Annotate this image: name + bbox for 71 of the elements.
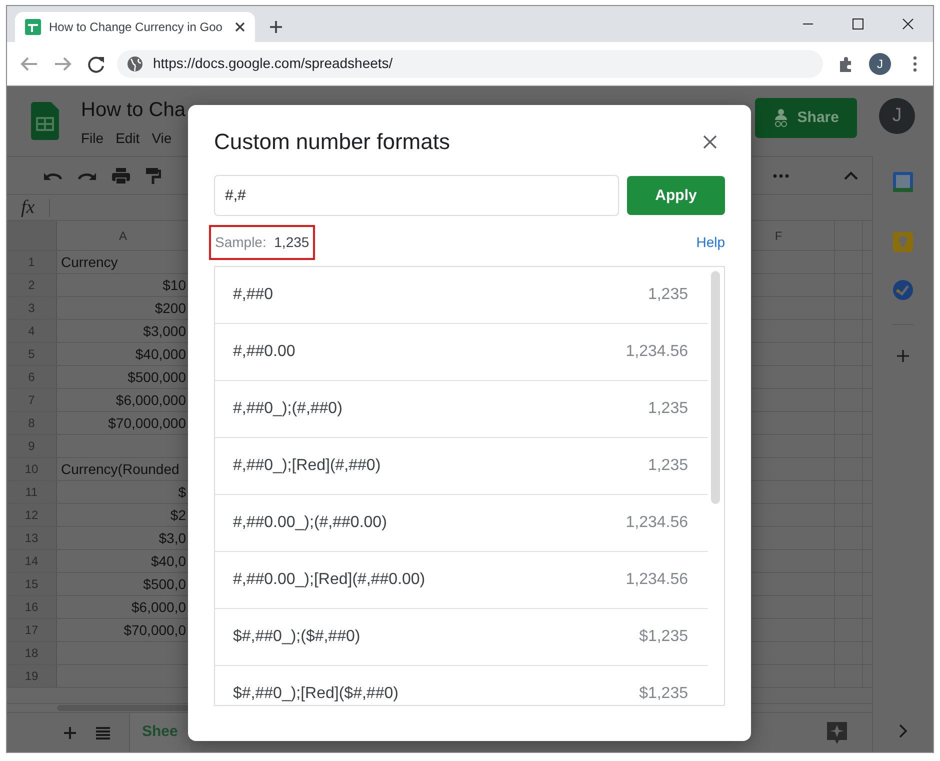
- sheets-icon: [25, 19, 41, 35]
- more-icon[interactable]: [772, 172, 790, 178]
- scrollbar-thumb[interactable]: [711, 271, 720, 504]
- close-icon[interactable]: [703, 135, 717, 150]
- list-icon[interactable]: [95, 726, 111, 740]
- share-button[interactable]: Share: [755, 98, 857, 138]
- close-icon[interactable]: [902, 18, 914, 30]
- cell-text: $2: [170, 507, 186, 523]
- format-pattern[interactable]: #,##0.00_);[Red](#,##0.00): [233, 568, 426, 592]
- cell-text: $6,000,0: [132, 599, 186, 615]
- format-pattern[interactable]: $#,##0_);[Red]($#,##0): [233, 682, 398, 706]
- cell-text: $: [178, 484, 186, 500]
- cell-text: $40,000: [135, 346, 186, 362]
- menu-item[interactable]: File: [81, 128, 104, 149]
- add-icon[interactable]: [896, 349, 910, 363]
- new-tab-icon[interactable]: [269, 20, 283, 34]
- cell-text: Currency: [61, 254, 118, 270]
- apply-button[interactable]: Apply: [627, 176, 725, 216]
- dialog-title: Custom number formats: [214, 129, 450, 156]
- cell-text: $500,0: [143, 576, 186, 592]
- sample-preview: Sample: 1,235: [209, 225, 316, 260]
- sheets-logo-icon[interactable]: [31, 102, 59, 140]
- format-pattern[interactable]: #,##0_);(#,##0): [233, 397, 342, 422]
- browser-tab[interactable]: How to Change Currency in Goo: [15, 12, 255, 42]
- person-icon: [773, 108, 790, 128]
- document-title[interactable]: How to Cha: [81, 98, 186, 122]
- cell-text: $500,000: [128, 369, 186, 385]
- format-sample: $1,235: [639, 627, 688, 648]
- cell-text: $70,000,0: [124, 622, 186, 638]
- paint-roller-icon[interactable]: [145, 166, 161, 184]
- cell-text: $10: [162, 277, 186, 293]
- cell-text: $70,000,000: [108, 415, 186, 431]
- check-circle-icon[interactable]: [893, 280, 913, 300]
- cell-text: $6,000,000: [116, 392, 186, 408]
- globe-icon: [127, 56, 143, 72]
- format-sample: $1,235: [639, 684, 688, 704]
- format-sample: 1,235: [648, 285, 688, 306]
- explore-icon[interactable]: [826, 720, 848, 744]
- menu-item[interactable]: Edit: [116, 128, 140, 149]
- format-sample: 1,234.56: [626, 570, 688, 590]
- help-link[interactable]: Help: [696, 232, 725, 254]
- add-icon[interactable]: [63, 726, 77, 740]
- cell-text: $40,0: [150, 553, 186, 569]
- cell-text: $3,000: [143, 323, 186, 339]
- url-text: https://docs.google.com/spreadsheets/: [153, 54, 393, 73]
- tab-title: How to Change Currency in Goo: [49, 20, 222, 34]
- profile-avatar[interactable]: J: [869, 52, 891, 74]
- calendar-icon[interactable]: [893, 172, 913, 192]
- address-bar[interactable]: https://docs.google.com/spreadsheets/: [117, 50, 823, 78]
- format-pattern[interactable]: #,##0.00: [233, 340, 296, 364]
- cell-text: $200: [154, 300, 186, 316]
- format-pattern[interactable]: #,##0: [233, 283, 274, 308]
- format-sample: 1,235: [648, 456, 688, 476]
- format-sample: 1,234.56: [626, 513, 688, 534]
- cell-text: $3,0: [158, 530, 186, 546]
- menu-item[interactable]: Vie: [152, 128, 172, 149]
- close-icon[interactable]: [235, 22, 245, 32]
- cell-text: Currency(Rounded: [61, 461, 180, 477]
- account-avatar[interactable]: J: [879, 98, 915, 134]
- format-sample: 1,235: [648, 399, 688, 420]
- format-input[interactable]: #,#: [214, 175, 619, 216]
- format-pattern[interactable]: #,##0_);[Red](#,##0): [233, 454, 381, 478]
- format-pattern[interactable]: $#,##0_);($#,##0): [233, 625, 360, 650]
- maximize-icon[interactable]: [852, 18, 864, 30]
- formula-label: fx: [7, 198, 50, 216]
- chevron-right-icon[interactable]: [899, 724, 907, 738]
- format-pattern[interactable]: #,##0.00_);(#,##0.00): [233, 511, 387, 536]
- sheet-tab[interactable]: Shee: [129, 713, 190, 752]
- format-sample: 1,234.56: [626, 342, 688, 362]
- print-icon[interactable]: [111, 166, 131, 184]
- chevron-up-icon[interactable]: [844, 171, 858, 180]
